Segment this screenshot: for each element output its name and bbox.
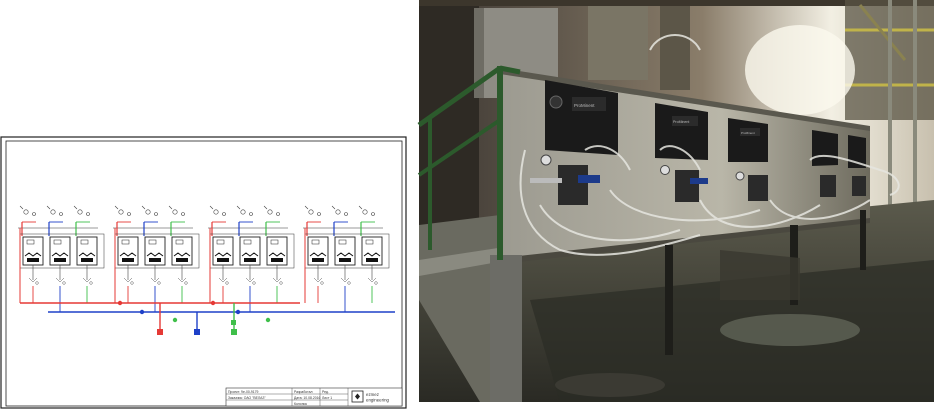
installation-photo: ProMinent ProMinent ProMinent xyxy=(417,0,934,402)
pump-base xyxy=(366,258,378,262)
title-cell-project: Проект: 9е-00-9179 xyxy=(228,390,259,394)
title-cell-columns: Колонок xyxy=(294,402,307,406)
valve-cluster-4 xyxy=(820,175,836,197)
pump-display xyxy=(148,239,157,245)
support-leg-3 xyxy=(860,210,866,270)
column xyxy=(588,0,648,80)
pump-label-2: ProMinent xyxy=(673,120,689,124)
schematic-drawing: Проект: 9е-00-9179 Заказчик: ОАО "ВЕЛАЗ"… xyxy=(0,136,407,409)
pump-box-3: ProMinent xyxy=(728,118,768,162)
pump-base xyxy=(217,258,229,262)
bench xyxy=(720,250,800,300)
pump-base xyxy=(149,258,161,262)
pump-display xyxy=(365,239,374,245)
pump-base xyxy=(81,258,93,262)
company-name: ezmez xyxy=(366,392,379,397)
floor-debris xyxy=(555,373,665,397)
pump-display xyxy=(216,239,225,245)
lower-post xyxy=(490,255,522,402)
pump-box-4 xyxy=(812,130,838,166)
pump-display xyxy=(26,239,35,245)
pump-base xyxy=(244,258,256,262)
pump-display xyxy=(270,239,279,245)
blue-output-marker xyxy=(194,329,200,335)
window-glare xyxy=(745,25,855,115)
pump-display xyxy=(338,239,347,245)
blue-tap-2 xyxy=(235,309,241,315)
pump-base xyxy=(122,258,134,262)
red-tap xyxy=(117,300,123,306)
pump-display xyxy=(175,239,184,245)
pump-base xyxy=(271,258,283,262)
title-cell-author: Разработал xyxy=(294,390,312,394)
title-block: Проект: 9е-00-9179 Заказчик: ОАО "ВЕЛАЗ"… xyxy=(225,387,403,407)
support-leg xyxy=(665,245,673,355)
pump-display xyxy=(121,239,130,245)
blue-tap xyxy=(139,309,145,315)
pump-base xyxy=(54,258,66,262)
company-subtitle: engineering xyxy=(366,398,390,403)
title-cell-sheet: Лист 1 xyxy=(322,396,332,400)
valve-cluster-5 xyxy=(852,176,866,196)
red-output-marker xyxy=(157,329,163,335)
pump-label-1: ProMinent xyxy=(574,103,595,108)
green-tap xyxy=(172,317,178,323)
pump-box-2: ProMinent xyxy=(655,103,708,160)
green-output-marker-2 xyxy=(231,329,237,335)
green-output-marker xyxy=(231,320,236,325)
pump-display xyxy=(311,239,320,245)
green-tap-2 xyxy=(265,317,271,323)
red-tap-2 xyxy=(210,300,216,306)
floor-patch xyxy=(720,314,860,346)
pump-display xyxy=(243,239,252,245)
pump-base xyxy=(176,258,188,262)
pump-base xyxy=(27,258,39,262)
pump-display xyxy=(53,239,62,245)
pump-label-3: ProMinent xyxy=(741,131,755,135)
title-cell-customer: Заказчик: ОАО "ВЕЛАЗ" xyxy=(228,396,266,400)
scene: Проект: 9е-00-9179 Заказчик: ОАО "ВЕЛАЗ"… xyxy=(0,0,934,409)
title-cell-rev: Ред. xyxy=(322,390,329,394)
title-cell-date: Дата: 10.08.2016 xyxy=(294,396,320,400)
column-2 xyxy=(660,0,690,90)
pump-base xyxy=(312,258,324,262)
pump-display xyxy=(80,239,89,245)
pump-base xyxy=(339,258,351,262)
pump-box-1: ProMinent xyxy=(545,80,618,155)
